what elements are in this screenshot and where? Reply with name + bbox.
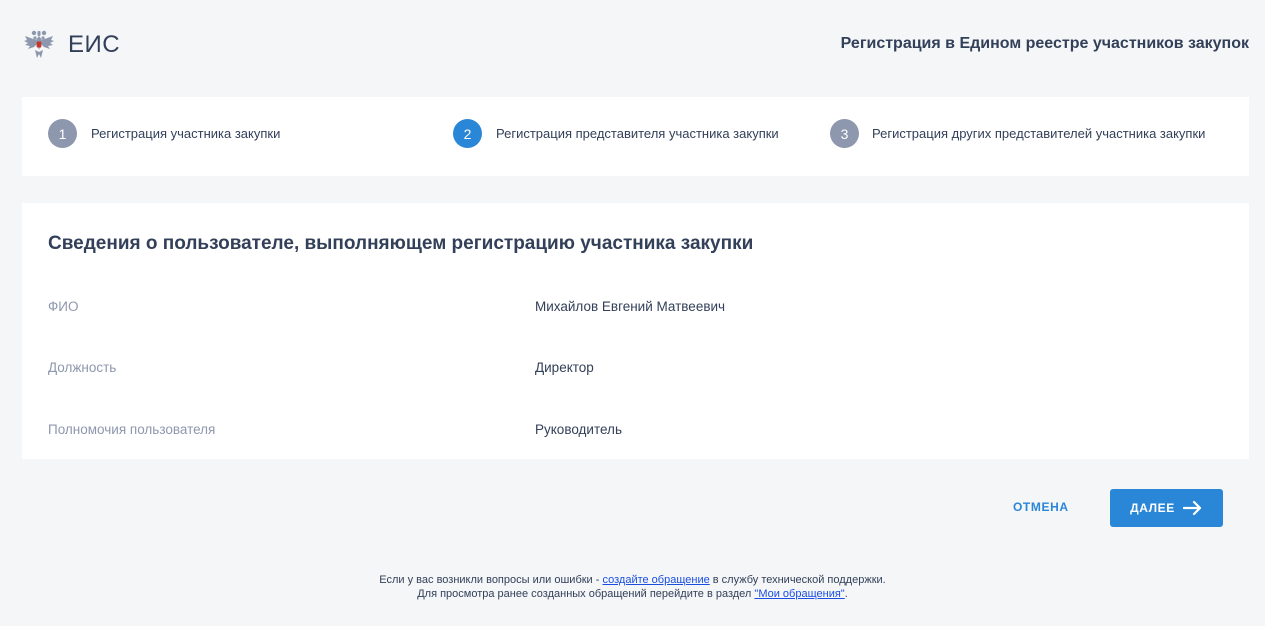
next-button-label: ДАЛЕЕ <box>1130 501 1175 515</box>
next-button[interactable]: ДАЛЕЕ <box>1110 489 1223 527</box>
section-title: Сведения о пользователе, выполняющем рег… <box>48 233 754 254</box>
create-ticket-link[interactable]: создайте обращение <box>602 574 709 586</box>
arrow-right-icon <box>1182 500 1203 516</box>
field-row-position: Должность Директор <box>48 360 1218 380</box>
field-label: Полномочия пользователя <box>48 422 216 437</box>
field-row-fio: ФИО Михайлов Евгений Матвеевич <box>48 299 1218 319</box>
footer-line-1: Если у вас возникли вопросы или ошибки -… <box>0 573 1265 587</box>
field-label: ФИО <box>48 299 79 314</box>
step-3-label: Регистрация других представителей участн… <box>872 125 1206 141</box>
step-2: 2 Регистрация представителя участника за… <box>453 119 779 148</box>
step-3-number: 3 <box>830 119 859 148</box>
field-value: Директор <box>535 360 594 375</box>
logo[interactable]: ЕИС <box>22 27 120 63</box>
user-info-card: Сведения о пользователе, выполняющем рег… <box>22 203 1249 459</box>
cancel-button[interactable]: ОТМЕНА <box>1007 496 1075 518</box>
step-1-label: Регистрация участника закупки <box>91 125 281 141</box>
my-tickets-link[interactable]: "Мои обращения" <box>754 588 844 600</box>
step-1: 1 Регистрация участника закупки <box>48 119 280 148</box>
step-3: 3 Регистрация других представителей учас… <box>830 119 1212 148</box>
page-title: Регистрация в Едином реестре участников … <box>840 35 1249 52</box>
footer-line-2: Для просмотра ранее созданных обращений … <box>0 587 1265 601</box>
eagle-emblem-icon <box>22 28 56 62</box>
step-2-label: Регистрация представителя участника заку… <box>496 125 779 141</box>
step-1-number: 1 <box>48 119 77 148</box>
footer-text: . <box>844 588 848 600</box>
footer-text: Для просмотра ранее созданных обращений … <box>417 588 755 600</box>
field-label: Должность <box>48 360 117 375</box>
footer-text: в службу технической поддержки. <box>709 574 886 586</box>
step-2-number: 2 <box>453 119 482 148</box>
registration-stepper: 1 Регистрация участника закупки 2 Регист… <box>22 97 1249 176</box>
field-value: Руководитель <box>535 422 622 437</box>
footer-text: Если у вас возникли вопросы или ошибки - <box>379 574 603 586</box>
field-row-authority: Полномочия пользователя Руководитель <box>48 422 1218 442</box>
field-value: Михайлов Евгений Матвеевич <box>535 299 726 314</box>
support-footer: Если у вас возникли вопросы или ошибки -… <box>0 573 1265 601</box>
logo-text: ЕИС <box>68 31 121 58</box>
header: ЕИС Регистрация в Едином реестре участни… <box>0 0 1265 90</box>
